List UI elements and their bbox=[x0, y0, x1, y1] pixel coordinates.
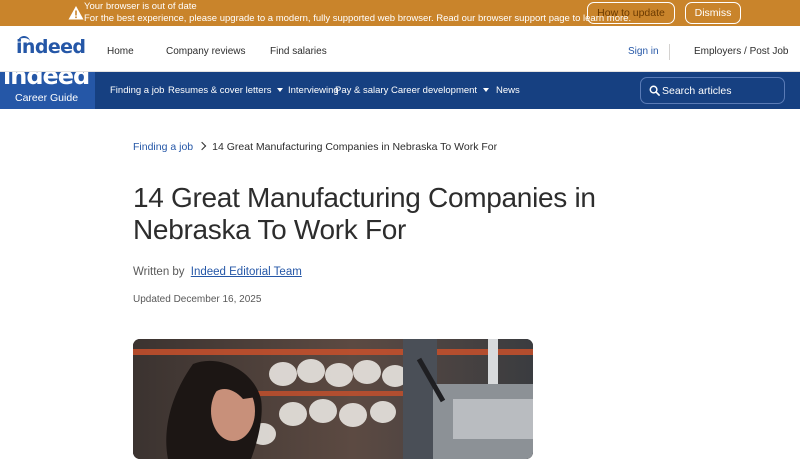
banner-title: Your browser is out of date bbox=[84, 1, 197, 12]
guide-nav-resumes[interactable]: Resumes & cover letters bbox=[168, 72, 284, 109]
warning-triangle-icon bbox=[68, 6, 84, 20]
indeed-logo[interactable]: indeed bbox=[16, 35, 86, 59]
guide-nav-resumes-label: Resumes & cover letters bbox=[168, 85, 272, 96]
written-by-label: Written by bbox=[133, 266, 185, 278]
logo-arc bbox=[18, 36, 30, 42]
search-placeholder: Search articles bbox=[662, 85, 732, 97]
nav-divider bbox=[669, 44, 670, 60]
breadcrumb-finding-a-job[interactable]: Finding a job bbox=[133, 141, 193, 153]
banner-message: For the best experience, please upgrade … bbox=[84, 13, 632, 24]
dismiss-button[interactable]: Dismiss bbox=[685, 2, 741, 24]
chevron-right-icon bbox=[197, 141, 207, 151]
guide-nav-career-development[interactable]: Career development bbox=[391, 72, 490, 109]
byline: Written by Indeed Editorial Team bbox=[133, 266, 302, 278]
nav-home[interactable]: Home bbox=[107, 26, 134, 72]
nav-find-salaries[interactable]: Find salaries bbox=[270, 26, 327, 72]
employers-post-job-link[interactable]: Employers / Post Job bbox=[694, 26, 788, 72]
how-to-update-button[interactable]: How to update bbox=[587, 2, 675, 24]
guide-nav-interviewing[interactable]: Interviewing bbox=[288, 72, 339, 109]
author-link[interactable]: Indeed Editorial Team bbox=[191, 266, 302, 278]
career-guide-logo[interactable]: indeed Career Guide bbox=[0, 72, 95, 109]
hero-image bbox=[133, 339, 533, 459]
career-guide-label: Career Guide bbox=[15, 92, 79, 104]
career-guide-wordmark: indeed bbox=[3, 72, 90, 90]
search-articles-input[interactable]: Search articles bbox=[640, 77, 785, 104]
top-navigation: indeed Home Company reviews Find salarie… bbox=[0, 26, 800, 72]
hero-photo-illustration bbox=[133, 339, 533, 459]
updated-date: Updated December 16, 2025 bbox=[133, 294, 262, 305]
career-guide-nav: indeed Career Guide Finding a job Resume… bbox=[0, 72, 800, 109]
browser-warning-banner: Your browser is out of date For the best… bbox=[0, 0, 800, 26]
sign-in-link[interactable]: Sign in bbox=[628, 26, 659, 72]
caret-down-icon bbox=[483, 88, 490, 93]
breadcrumb: Finding a job 14 Great Manufacturing Comp… bbox=[133, 141, 497, 153]
guide-nav-pay-salary[interactable]: Pay & salary bbox=[335, 72, 388, 109]
guide-nav-finding-a-job[interactable]: Finding a job bbox=[110, 72, 164, 109]
search-icon bbox=[649, 85, 660, 96]
breadcrumb-current: 14 Great Manufacturing Companies in Nebr… bbox=[212, 141, 498, 153]
caret-down-icon bbox=[277, 88, 284, 93]
guide-nav-news[interactable]: News bbox=[496, 72, 520, 109]
nav-company-reviews[interactable]: Company reviews bbox=[166, 26, 245, 72]
page-title: 14 Great Manufacturing Companies in Nebr… bbox=[133, 182, 596, 245]
guide-nav-career-development-label: Career development bbox=[391, 85, 478, 96]
